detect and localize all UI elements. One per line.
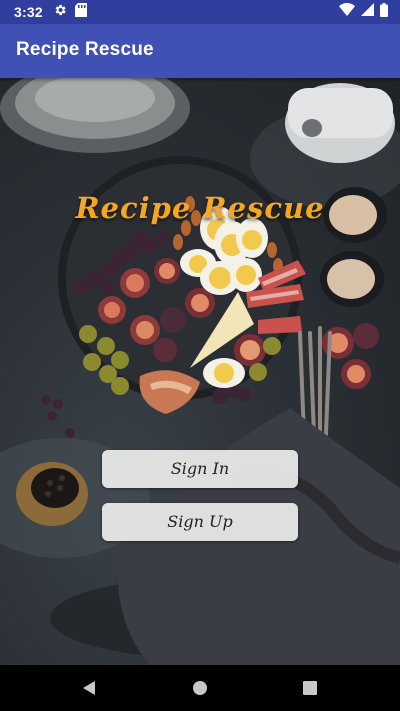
recents-icon[interactable] (297, 675, 323, 701)
content-area: Recipe Rescue Sign In Sign Up (0, 78, 400, 665)
status-time: 3:32 (14, 4, 43, 20)
home-icon[interactable] (187, 675, 213, 701)
status-left-icons (53, 2, 87, 22)
app-bar: Recipe Rescue (0, 24, 400, 78)
brand-title: Recipe Rescue (75, 191, 325, 225)
food-platter-background-image (0, 78, 400, 665)
signal-icon (361, 3, 374, 21)
wifi-icon (339, 3, 355, 21)
status-right-icons (339, 0, 388, 24)
sd-card-icon (74, 2, 87, 22)
gear-icon (53, 3, 67, 22)
sign-in-button[interactable]: Sign In (102, 450, 298, 488)
sign-up-button[interactable]: Sign Up (102, 503, 298, 541)
battery-icon (380, 2, 388, 22)
status-bar: 3:32 (0, 0, 400, 24)
app-bar-title: Recipe Rescue (16, 39, 154, 60)
navigation-bar (0, 665, 400, 711)
back-icon[interactable] (76, 675, 102, 701)
